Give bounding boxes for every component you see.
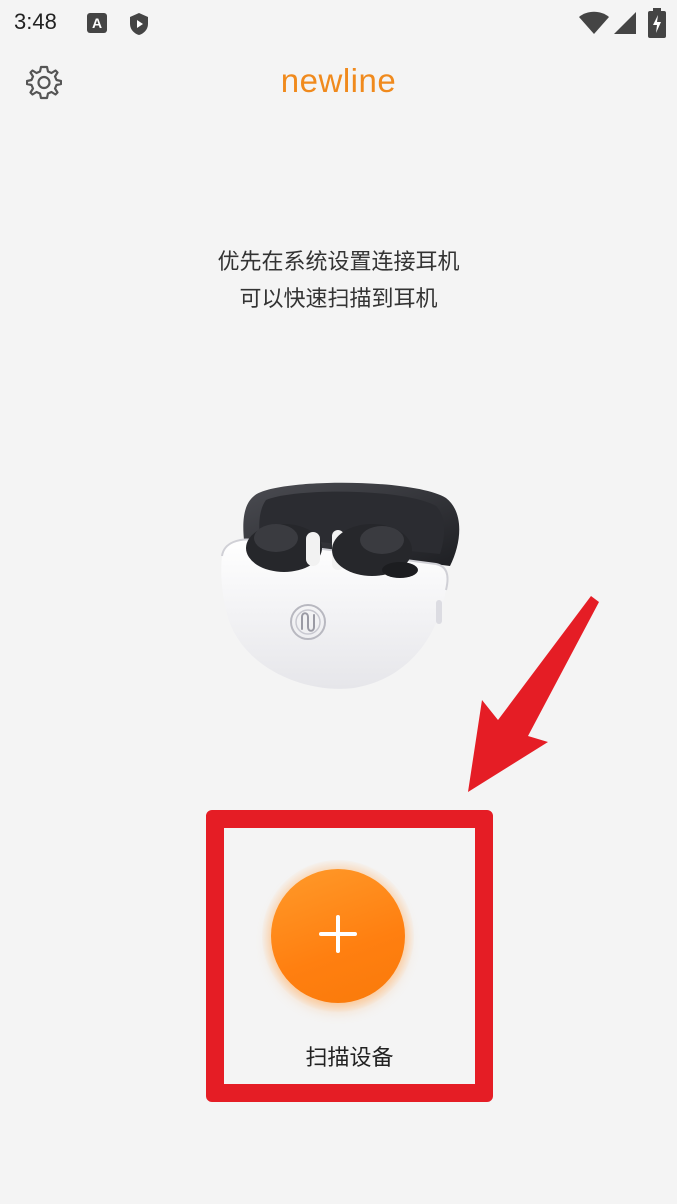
svg-text:A: A [92, 15, 102, 31]
earbuds-case-image [214, 478, 466, 692]
status-bar: 3:48 A [0, 0, 677, 48]
hint-line-2: 可以快速扫描到耳机 [239, 287, 438, 312]
signal-icon [612, 10, 638, 40]
shield-icon [128, 12, 150, 40]
hint-line-1: 优先在系统设置连接耳机 [217, 250, 460, 275]
brand-logo: newline [280, 62, 397, 99]
scan-circle [271, 869, 405, 1003]
scan-device-button[interactable] [262, 860, 414, 1012]
status-time: 3:48 [14, 9, 57, 34]
battery-charging-icon [648, 8, 666, 42]
app-header: newline [0, 48, 677, 120]
scan-device-label: 扫描设备 [305, 1046, 394, 1071]
a-notification-icon: A [86, 12, 108, 38]
annotation-arrow [460, 596, 600, 796]
plus-icon [317, 913, 359, 959]
wifi-icon [578, 10, 610, 40]
